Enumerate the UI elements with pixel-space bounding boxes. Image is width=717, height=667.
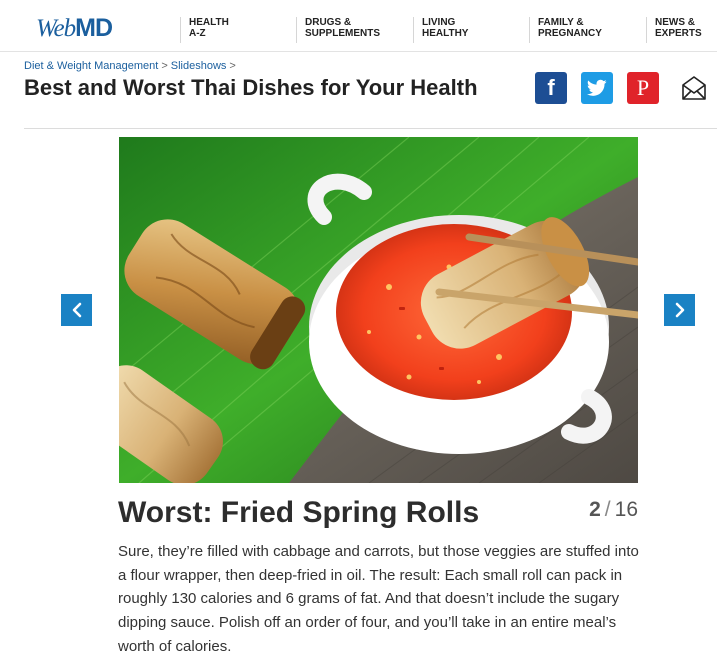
breadcrumb-separator: > xyxy=(229,60,236,72)
header-divider xyxy=(24,128,717,129)
logo-md-text: MD xyxy=(75,14,113,42)
slide-counter-separator: / xyxy=(604,498,611,521)
breadcrumb-separator: > xyxy=(161,60,168,72)
slide-counter-total: 16 xyxy=(614,498,638,521)
pinterest-share-button[interactable]: P xyxy=(627,72,659,104)
breadcrumb-slideshows[interactable]: Slideshows xyxy=(171,60,227,72)
nav-drugs-supplements[interactable]: DRUGS & SUPPLEMENTS xyxy=(296,17,380,43)
facebook-icon: f xyxy=(547,75,555,100)
nav-health-a-z[interactable]: HEALTH A-Z xyxy=(180,17,229,43)
logo-web-text: Web xyxy=(36,15,76,42)
breadcrumb: Diet & Weight Management > Slideshows > xyxy=(24,60,239,72)
facebook-share-button[interactable]: f xyxy=(535,72,567,104)
twitter-share-button[interactable] xyxy=(581,72,613,104)
envelope-icon xyxy=(682,76,706,100)
next-slide-button[interactable] xyxy=(664,294,695,326)
top-navigation: WebMD HEALTH A-Z DRUGS & SUPPLEMENTS LIV… xyxy=(0,0,717,52)
twitter-icon xyxy=(587,79,607,96)
nav-living-healthy[interactable]: LIVING HEALTHY xyxy=(413,17,468,43)
slide-title: Worst: Fried Spring Rolls xyxy=(118,496,480,529)
nav-family-pregnancy[interactable]: FAMILY & PREGNANCY xyxy=(529,17,602,43)
slide-description: Sure, they’re filled with cabbage and ca… xyxy=(118,543,639,655)
slide-counter: 2/16 xyxy=(589,497,638,523)
nav-news-experts[interactable]: NEWS & EXPERTS xyxy=(646,17,702,43)
previous-slide-button[interactable] xyxy=(61,294,92,326)
email-share-button[interactable] xyxy=(678,72,710,104)
slide-counter-current: 2 xyxy=(589,498,601,521)
pinterest-icon: P xyxy=(636,75,650,100)
chevron-left-icon xyxy=(72,302,81,318)
page-title: Best and Worst Thai Dishes for Your Heal… xyxy=(24,75,478,100)
slide-image xyxy=(119,137,638,483)
chevron-right-icon xyxy=(675,302,684,318)
webmd-logo[interactable]: WebMD xyxy=(36,14,113,43)
breadcrumb-diet-weight-management[interactable]: Diet & Weight Management xyxy=(24,60,158,72)
spring-rolls-photo xyxy=(119,137,638,483)
